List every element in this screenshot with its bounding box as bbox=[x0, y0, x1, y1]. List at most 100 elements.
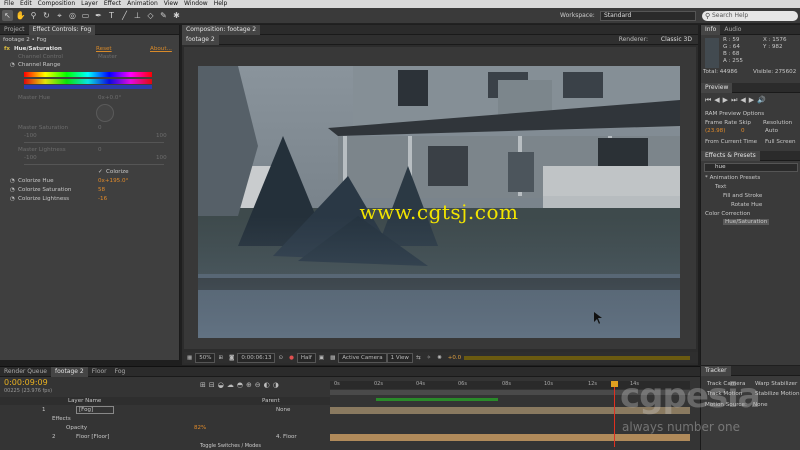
skip-value[interactable]: 0 bbox=[741, 128, 745, 134]
camera-tool-icon[interactable]: ⌖ bbox=[54, 10, 65, 21]
resolution-value[interactable]: Auto bbox=[765, 128, 778, 134]
eraser-tool-icon[interactable]: ◇ bbox=[145, 10, 156, 21]
master-saturation-slider[interactable] bbox=[24, 142, 164, 143]
hand-tool-icon[interactable]: ✋ bbox=[15, 10, 26, 21]
effects-item-rotate-hue[interactable]: Rotate Hue bbox=[731, 202, 762, 208]
timeline-switch-icons[interactable]: ⊞⊟◒☁◓⊕⊖◐◑ bbox=[200, 381, 282, 389]
menu-animation[interactable]: Animation bbox=[127, 0, 158, 8]
menu-composition[interactable]: Composition bbox=[38, 0, 75, 8]
logo-main-text: cgpesia bbox=[620, 376, 761, 416]
snapshot-icon[interactable]: ◙ bbox=[226, 355, 237, 361]
frame-rate-value[interactable]: (23.98) bbox=[705, 128, 725, 134]
colorize-lightness-row: ◔ Colorize Lightness -16 bbox=[0, 195, 180, 204]
channel-range-hue-bar[interactable] bbox=[24, 72, 152, 77]
colorize-hue-value[interactable]: 0x+195.0° bbox=[98, 177, 128, 186]
menu-file[interactable]: File bbox=[4, 0, 14, 8]
menu-edit[interactable]: Edit bbox=[20, 0, 32, 8]
tab-timeline-footage-2[interactable]: footage 2 bbox=[50, 366, 88, 377]
from-current-time-checkbox[interactable]: From Current Time bbox=[705, 139, 757, 145]
preview-transport-icons[interactable]: ⏮◀▶⏭◀▶🔊 bbox=[705, 96, 769, 105]
stopwatch-icon[interactable]: ◔ bbox=[10, 61, 15, 70]
brush-tool-icon[interactable]: ╱ bbox=[119, 10, 130, 21]
pen-tool-icon[interactable]: ✒ bbox=[93, 10, 104, 21]
tab-footage-2[interactable]: footage 2 bbox=[182, 34, 219, 45]
timeline-opacity-row[interactable]: Opacity 82% bbox=[0, 424, 330, 432]
timeline-timecode[interactable]: 0:00:09:09 bbox=[4, 378, 48, 387]
effects-item-color-correction[interactable]: Color Correction bbox=[705, 211, 750, 217]
view-layout-select[interactable]: 1 View bbox=[386, 352, 413, 363]
master-hue-dial[interactable] bbox=[96, 104, 114, 122]
camera-snapshot-icon[interactable]: ⊙ bbox=[275, 355, 286, 361]
tab-preview[interactable]: Preview bbox=[701, 82, 733, 93]
timeline-effects-row[interactable]: Effects bbox=[0, 415, 330, 423]
effects-item-animation-presets[interactable]: * Animation Presets bbox=[705, 175, 760, 181]
tab-tracker[interactable]: Tracker bbox=[701, 365, 731, 376]
resolution-select[interactable]: Half bbox=[296, 352, 316, 363]
layer-2-name[interactable]: Floor [Floor] bbox=[76, 433, 109, 441]
master-saturation-max: 100 bbox=[156, 133, 167, 139]
safe-zones-icon[interactable]: ⊞ bbox=[215, 355, 226, 361]
layer-1-parent[interactable]: None bbox=[276, 406, 290, 414]
tab-render-queue[interactable]: Render Queue bbox=[0, 367, 51, 377]
menu-view[interactable]: View bbox=[164, 0, 178, 8]
tab-info[interactable]: Info bbox=[701, 24, 721, 35]
exposure-icon[interactable]: ✺ bbox=[434, 355, 445, 361]
search-help-input[interactable]: Search Help bbox=[702, 11, 798, 21]
menu-bar: File Edit Composition Layer Effect Anima… bbox=[0, 0, 800, 8]
colorize-hue-stopwatch-icon[interactable]: ◔ bbox=[10, 177, 15, 186]
tab-effect-controls[interactable]: Effect Controls: Fog bbox=[28, 24, 96, 35]
colorize-lightness-value[interactable]: -16 bbox=[98, 195, 107, 204]
type-tool-icon[interactable]: T bbox=[106, 10, 117, 21]
colorize-checkbox[interactable]: ✓ bbox=[98, 168, 103, 177]
master-hue-value[interactable]: 0x+0.0° bbox=[98, 94, 121, 103]
colorize-lightness-stopwatch-icon[interactable]: ◔ bbox=[10, 195, 15, 204]
composition-frame[interactable]: www.cgtsj.com bbox=[198, 66, 680, 338]
rotate-tool-icon[interactable]: ↻ bbox=[41, 10, 52, 21]
timeline-layer-row-1[interactable]: 1 [Fog] None bbox=[0, 406, 330, 414]
tab-effects-presets[interactable]: Effects & Presets bbox=[701, 150, 760, 161]
workspace-select[interactable]: Standard bbox=[600, 11, 696, 21]
effects-item-text[interactable]: Text bbox=[715, 184, 726, 190]
tab-timeline-fog[interactable]: Fog bbox=[111, 367, 130, 377]
master-lightness-slider[interactable] bbox=[24, 164, 164, 165]
selection-tool-icon[interactable]: ↖ bbox=[2, 10, 13, 21]
menu-layer[interactable]: Layer bbox=[81, 0, 98, 8]
ram-preview-options[interactable]: RAM Preview Options bbox=[705, 111, 764, 117]
transparency-grid-icon[interactable]: ▩ bbox=[327, 355, 338, 361]
layer-1-name[interactable]: [Fog] bbox=[76, 406, 115, 414]
effects-search-input[interactable]: hue bbox=[704, 163, 798, 172]
channel-icon[interactable]: ● bbox=[286, 355, 297, 361]
rectangle-tool-icon[interactable]: ▭ bbox=[80, 10, 91, 21]
effects-item-hue-saturation[interactable]: Hue/Saturation bbox=[723, 219, 770, 225]
pan-behind-tool-icon[interactable]: ◎ bbox=[67, 10, 78, 21]
colorize-saturation-stopwatch-icon[interactable]: ◔ bbox=[10, 186, 15, 195]
view-select[interactable]: Active Camera bbox=[338, 352, 387, 363]
channel-range-hue-bar-secondary[interactable] bbox=[24, 79, 152, 84]
tab-timeline-floor[interactable]: Floor bbox=[88, 367, 111, 377]
region-of-interest-icon[interactable]: ▣ bbox=[316, 355, 327, 361]
roto-brush-tool-icon[interactable]: ✎ bbox=[158, 10, 169, 21]
puppet-pin-tool-icon[interactable]: ✱ bbox=[171, 10, 182, 21]
tab-composition[interactable]: Composition: footage 2 bbox=[182, 24, 261, 35]
toggle-switches-modes[interactable]: Toggle Switches / Modes bbox=[200, 443, 261, 449]
menu-window[interactable]: Window bbox=[184, 0, 208, 8]
current-time-display[interactable]: 0:00:06:13 bbox=[237, 352, 276, 363]
zoom-tool-icon[interactable]: ⚲ bbox=[28, 10, 39, 21]
renderer-value[interactable]: Classic 3D bbox=[661, 36, 692, 43]
tab-project[interactable]: Project bbox=[0, 25, 29, 35]
effects-item-fill-and-stroke[interactable]: Fill and Stroke bbox=[723, 193, 762, 199]
exposure-value[interactable]: +0.0 bbox=[445, 355, 464, 361]
grid-toggle-icon[interactable]: ▦ bbox=[184, 355, 195, 361]
timeline-layer-row-2[interactable]: 2 Floor [Floor] 4. Floor bbox=[0, 433, 330, 441]
colorize-saturation-value[interactable]: 58 bbox=[98, 186, 105, 195]
tab-audio[interactable]: Audio bbox=[720, 25, 745, 35]
layer-2-parent[interactable]: 4. Floor bbox=[276, 433, 297, 441]
toggle-pixel-aspect-icon[interactable]: ⇆ bbox=[413, 355, 424, 361]
clone-stamp-tool-icon[interactable]: ⊥ bbox=[132, 10, 143, 21]
fast-previews-icon[interactable]: ✧ bbox=[424, 355, 435, 361]
full-screen-checkbox[interactable]: Full Screen bbox=[765, 139, 796, 145]
menu-help[interactable]: Help bbox=[214, 0, 228, 8]
zoom-select[interactable]: 50% bbox=[195, 352, 216, 363]
opacity-value[interactable]: 82% bbox=[194, 424, 206, 432]
menu-effect[interactable]: Effect bbox=[104, 0, 121, 8]
